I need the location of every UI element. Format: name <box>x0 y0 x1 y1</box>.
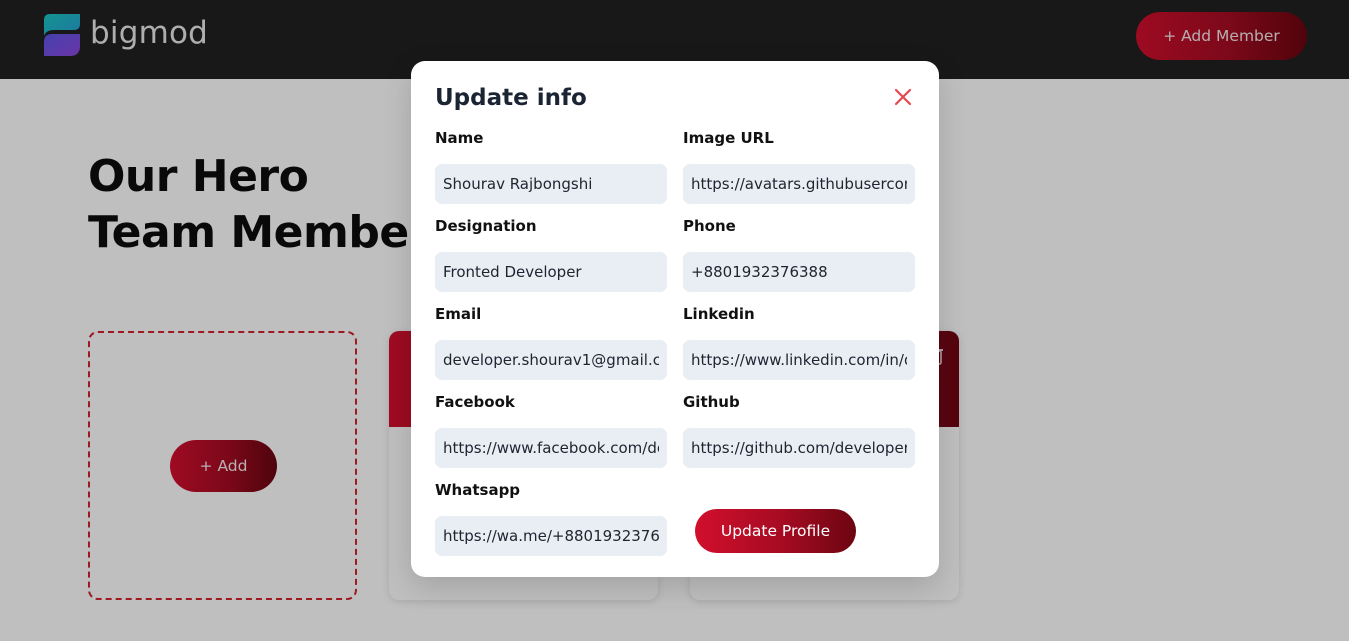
phone-label: Phone <box>683 217 736 235</box>
app-root: bigmod + Add Member Our Hero Team Member… <box>0 0 1349 641</box>
linkedin-label: Linkedin <box>683 305 755 323</box>
name-input[interactable] <box>435 164 667 204</box>
email-input[interactable] <box>435 340 667 380</box>
linkedin-input[interactable] <box>683 340 915 380</box>
name-field-group: Name <box>435 128 667 204</box>
image-url-label: Image URL <box>683 129 774 147</box>
close-button[interactable] <box>891 85 915 109</box>
github-label: Github <box>683 393 740 411</box>
whatsapp-field-group: Whatsapp <box>435 480 667 556</box>
image-url-input[interactable] <box>683 164 915 204</box>
email-label: Email <box>435 305 482 323</box>
email-field-group: Email <box>435 304 667 380</box>
phone-input[interactable] <box>683 252 915 292</box>
facebook-input[interactable] <box>435 428 667 468</box>
image-url-field-group: Image URL <box>683 128 915 204</box>
github-input[interactable] <box>683 428 915 468</box>
designation-input[interactable] <box>435 252 667 292</box>
whatsapp-label: Whatsapp <box>435 481 521 499</box>
phone-field-group: Phone <box>683 216 915 292</box>
name-label: Name <box>435 129 484 147</box>
update-profile-button[interactable]: Update Profile <box>695 509 856 553</box>
facebook-field-group: Facebook <box>435 392 667 468</box>
facebook-label: Facebook <box>435 393 515 411</box>
whatsapp-input[interactable] <box>435 516 667 556</box>
close-icon <box>894 88 912 106</box>
github-field-group: Github <box>683 392 915 468</box>
designation-label: Designation <box>435 217 537 235</box>
designation-field-group: Designation <box>435 216 667 292</box>
modal-title: Update info <box>435 85 587 111</box>
update-info-modal: Update info Name Image URL Designation P… <box>411 61 939 577</box>
linkedin-field-group: Linkedin <box>683 304 915 380</box>
